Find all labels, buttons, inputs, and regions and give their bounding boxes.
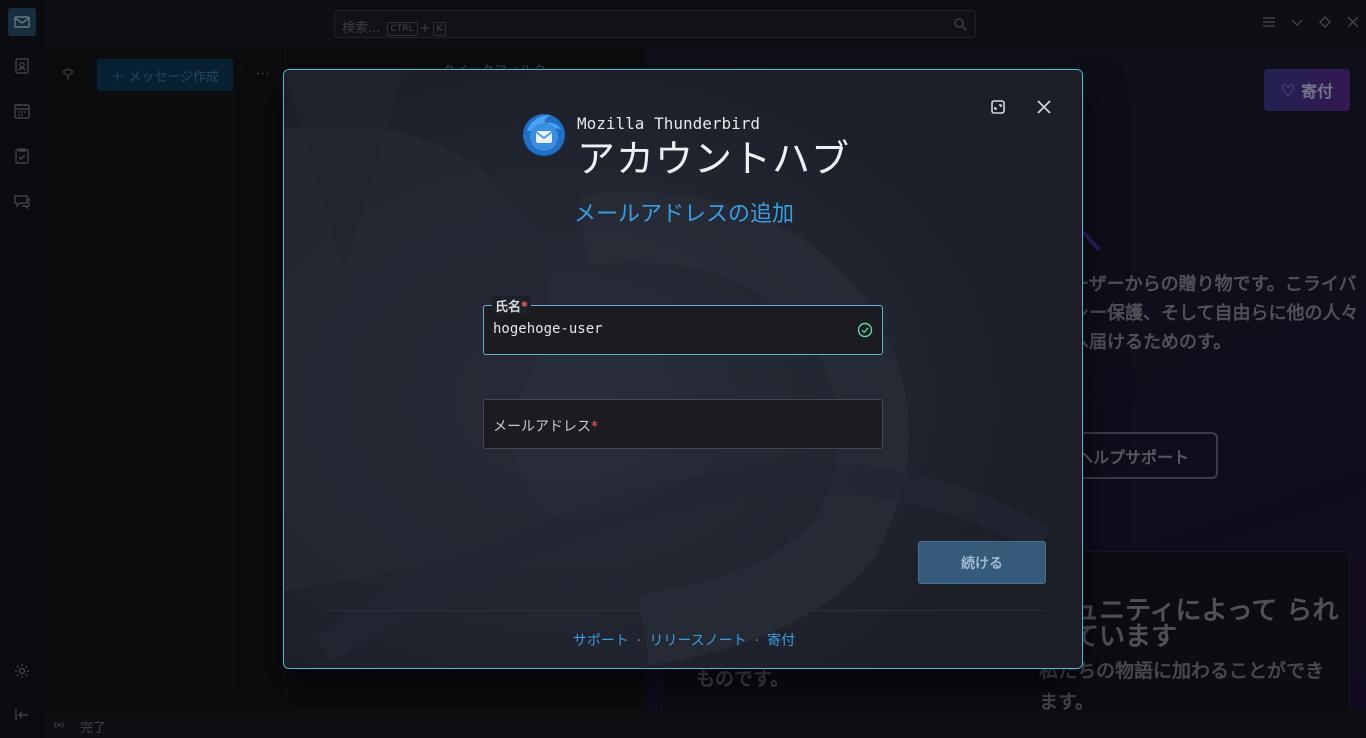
dialog-footer: サポート · リリースノート · 寄付 (284, 630, 1082, 650)
dialog-subtitle: メールアドレスの追加 (573, 202, 794, 227)
expand-icon (991, 100, 1005, 114)
account-hub-dialog: Mozilla Thunderbird アカウントハブ メールアドレスの追加 氏… (283, 69, 1083, 669)
full-name-value[interactable]: hogehoge-user (493, 321, 603, 337)
thunderbird-logo-icon (523, 114, 565, 156)
account-hub-title: アカウントハブ (577, 137, 851, 181)
maximize-dialog-button[interactable] (990, 99, 1006, 115)
separator: · (636, 633, 642, 649)
required-mark: * (521, 300, 528, 315)
close-dialog-button[interactable] (1036, 99, 1052, 115)
donate-link[interactable]: 寄付 (767, 633, 795, 649)
full-name-label: 氏名* (492, 296, 531, 315)
thunderbird-window: 検索... CTRL+K ＋ メッセージ作成 ⋯ クイックフィルター ♡寄付 へ… (0, 0, 1366, 738)
footer-divider (324, 610, 1044, 611)
required-mark: * (591, 419, 598, 435)
email-address-field[interactable]: メールアドレス* (483, 399, 883, 449)
email-address-label-text: メールアドレス (493, 419, 591, 435)
continue-button[interactable]: 続ける (918, 541, 1046, 584)
close-icon (1037, 100, 1051, 114)
full-name-field[interactable]: 氏名* hogehoge-user (483, 296, 883, 355)
valid-check-icon (857, 322, 873, 338)
email-address-label: メールアドレス* (493, 416, 598, 436)
separator: · (754, 633, 760, 649)
full-name-label-text: 氏名 (495, 300, 522, 315)
release-notes-link[interactable]: リリースノート (649, 633, 746, 649)
support-link[interactable]: サポート (573, 633, 629, 649)
